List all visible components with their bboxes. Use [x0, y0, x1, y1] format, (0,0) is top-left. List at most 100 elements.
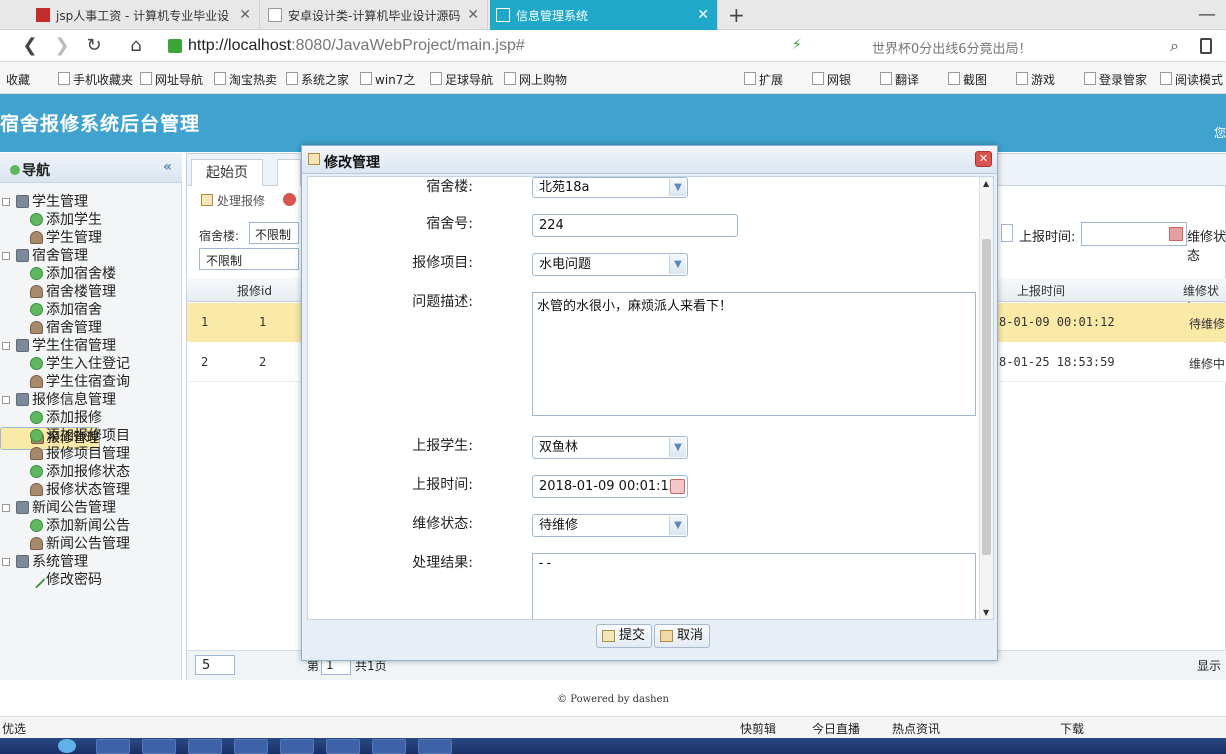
bookmark-football[interactable]: 足球导航 [430, 71, 493, 88]
bookmark-favorites[interactable]: 收藏 [6, 71, 30, 88]
collapse-group-icon[interactable] [2, 252, 10, 260]
bookmark-system[interactable]: 系统之家 [286, 71, 349, 88]
quick-cut-button[interactable]: 快剪辑 [740, 720, 776, 737]
col-header-id[interactable]: 报修id [237, 282, 272, 299]
forward-icon[interactable]: ❯ [52, 36, 72, 56]
sidebar-item[interactable]: 添加新闻公告 [0, 517, 182, 535]
close-tab-icon[interactable]: ✕ [239, 7, 251, 23]
taskbar-app-icon[interactable] [188, 739, 222, 754]
collapse-group-icon[interactable] [2, 342, 10, 350]
sidebar-item[interactable]: 学生住宿查询 [0, 373, 182, 391]
browser-tab-1[interactable]: jsp人事工资 - 计算机专业毕业设 ✕ [30, 0, 260, 30]
search-suggestion[interactable]: 世界杯0分出线6分竟出局！ [872, 38, 1032, 57]
collapse-group-icon[interactable] [2, 396, 10, 404]
taskbar-app-icon[interactable] [96, 739, 130, 754]
tab-repair-manage[interactable] [277, 159, 301, 186]
extensions-button[interactable]: 扩展 [744, 71, 783, 88]
taskbar-app-icon[interactable] [372, 739, 406, 754]
speed-icon[interactable]: ⚡ [792, 37, 802, 53]
description-textarea[interactable]: 水管的水很小，麻烦派人来看下！ [532, 292, 976, 416]
tab-home[interactable]: 起始页 [191, 159, 263, 186]
reading-mode-button[interactable]: 阅读模式 [1160, 71, 1223, 88]
bookmark-mobile[interactable]: 手机收藏夹 [58, 71, 133, 88]
sidebar-group[interactable]: 宿舍管理 [0, 247, 182, 265]
live-button[interactable]: 今日直播 [812, 720, 860, 737]
sidebar-item[interactable]: 报修状态管理 [0, 481, 182, 499]
sidebar-group[interactable]: 系统管理 [0, 553, 182, 571]
close-tab-icon[interactable]: ✕ [467, 7, 479, 23]
result-textarea[interactable]: -- [532, 553, 976, 619]
sidebar-item[interactable]: 宿舍管理 [0, 319, 182, 337]
dorm-filter-select[interactable]: 不限制 [249, 222, 299, 244]
collapse-group-icon[interactable] [2, 558, 10, 566]
repair-item-select[interactable]: 水电问题 ▼ [532, 253, 688, 276]
collapse-group-icon[interactable] [2, 198, 10, 206]
sidebar-item[interactable]: 添加宿舍楼 [0, 265, 182, 283]
sidebar-item[interactable]: 新闻公告管理 [0, 535, 182, 553]
submit-button[interactable]: 提交 [596, 624, 653, 648]
bookmark-nav[interactable]: 网址导航 [140, 71, 203, 88]
bookmark-shopping[interactable]: 网上购物 [504, 71, 567, 88]
dialog-scrollbar[interactable]: ▲ ▼ [979, 177, 993, 619]
sidebar-group[interactable]: 报修信息管理 [0, 391, 182, 409]
login-manager-button[interactable]: 登录管家 [1084, 71, 1147, 88]
taskbar-app-icon[interactable] [326, 739, 360, 754]
url-field[interactable]: http://localhost:8080/JavaWebProject/mai… [166, 34, 826, 58]
hot-news-button[interactable]: 热点资讯 [892, 720, 940, 737]
sidebar-group[interactable]: 学生住宿管理 [0, 337, 182, 355]
scroll-down-icon[interactable]: ▼ [983, 608, 989, 617]
bank-button[interactable]: 网银 [812, 71, 851, 88]
sidebar-item[interactable]: 添加宿舍 [0, 301, 182, 319]
browser-tab-3[interactable]: 信息管理系统 ✕ [490, 0, 718, 30]
taskbar-app-icon[interactable] [142, 739, 176, 754]
report-time-input[interactable]: 2018-01-09 00:01:12 [532, 475, 688, 498]
sidebar-item[interactable]: 宿舍楼管理 [0, 283, 182, 301]
process-repair-button[interactable]: 处理报修 [217, 192, 265, 209]
sidebar-item[interactable]: 报修项目管理 [0, 445, 182, 463]
browser-tab-2[interactable]: 安卓设计类-计算机毕业设计源码 ✕ [262, 0, 488, 30]
col-header-time[interactable]: 上报时间 [1017, 282, 1065, 299]
calendar-icon[interactable] [670, 479, 685, 494]
dorm-building-select[interactable]: 北苑18a ▼ [532, 177, 688, 198]
sidebar-item[interactable]: 学生入住登记 [0, 355, 182, 373]
sidebar-item[interactable]: 添加报修 [0, 409, 182, 427]
dorm-number-input[interactable]: 224 [532, 214, 738, 237]
cancel-button[interactable]: 取消 [654, 624, 711, 648]
taskbar-app-icon[interactable] [234, 739, 268, 754]
sidebar-group[interactable]: 学生管理 [0, 193, 182, 211]
search-icon[interactable]: ⌕ [1170, 36, 1179, 56]
sidebar-item[interactable]: 修改密码 [0, 570, 182, 589]
download-button[interactable]: 下载 [1060, 720, 1084, 737]
student-select[interactable]: 双鱼林 ▼ [532, 436, 688, 459]
scrollbar-thumb[interactable] [982, 239, 991, 555]
taskbar-app-icon[interactable] [418, 739, 452, 754]
sidebar-item[interactable]: 添加报修状态 [0, 463, 182, 481]
page-size-select[interactable]: 5 [195, 655, 235, 675]
translate-button[interactable]: 翻译 [880, 71, 919, 88]
room-filter-select[interactable]: 不限制 [199, 248, 299, 270]
sidebar-group[interactable]: 新闻公告管理 [0, 499, 182, 517]
calendar-icon[interactable] [1169, 227, 1183, 241]
games-button[interactable]: 游戏 [1016, 71, 1055, 88]
filter-dropdown-icon[interactable] [1001, 224, 1013, 242]
close-dialog-button[interactable]: ✕ [975, 151, 992, 167]
minimize-icon[interactable]: — [1198, 4, 1216, 25]
collapse-group-icon[interactable] [2, 504, 10, 512]
screenshot-button[interactable]: 截图 [948, 71, 987, 88]
device-icon[interactable] [1200, 38, 1212, 54]
reload-icon[interactable]: ↻ [84, 36, 104, 56]
start-icon[interactable] [58, 739, 76, 753]
taskbar-app-icon[interactable] [280, 739, 314, 754]
sidebar-item[interactable]: 添加学生 [0, 211, 182, 229]
sidebar-item[interactable]: 添加报修项目 [0, 427, 182, 445]
back-icon[interactable]: ❮ [20, 36, 40, 56]
bookmark-taobao[interactable]: 淘宝热卖 [214, 71, 277, 88]
bookmark-win7[interactable]: win7之 [360, 71, 415, 88]
time-filter-input[interactable] [1081, 222, 1187, 246]
scroll-up-icon[interactable]: ▲ [983, 179, 989, 188]
sidebar-item[interactable]: 学生管理 [0, 229, 182, 247]
home-icon[interactable]: ⌂ [126, 36, 146, 56]
repair-state-select[interactable]: 待维修 ▼ [532, 514, 688, 537]
new-tab-button[interactable]: + [728, 3, 745, 27]
delete-icon[interactable] [283, 193, 296, 206]
